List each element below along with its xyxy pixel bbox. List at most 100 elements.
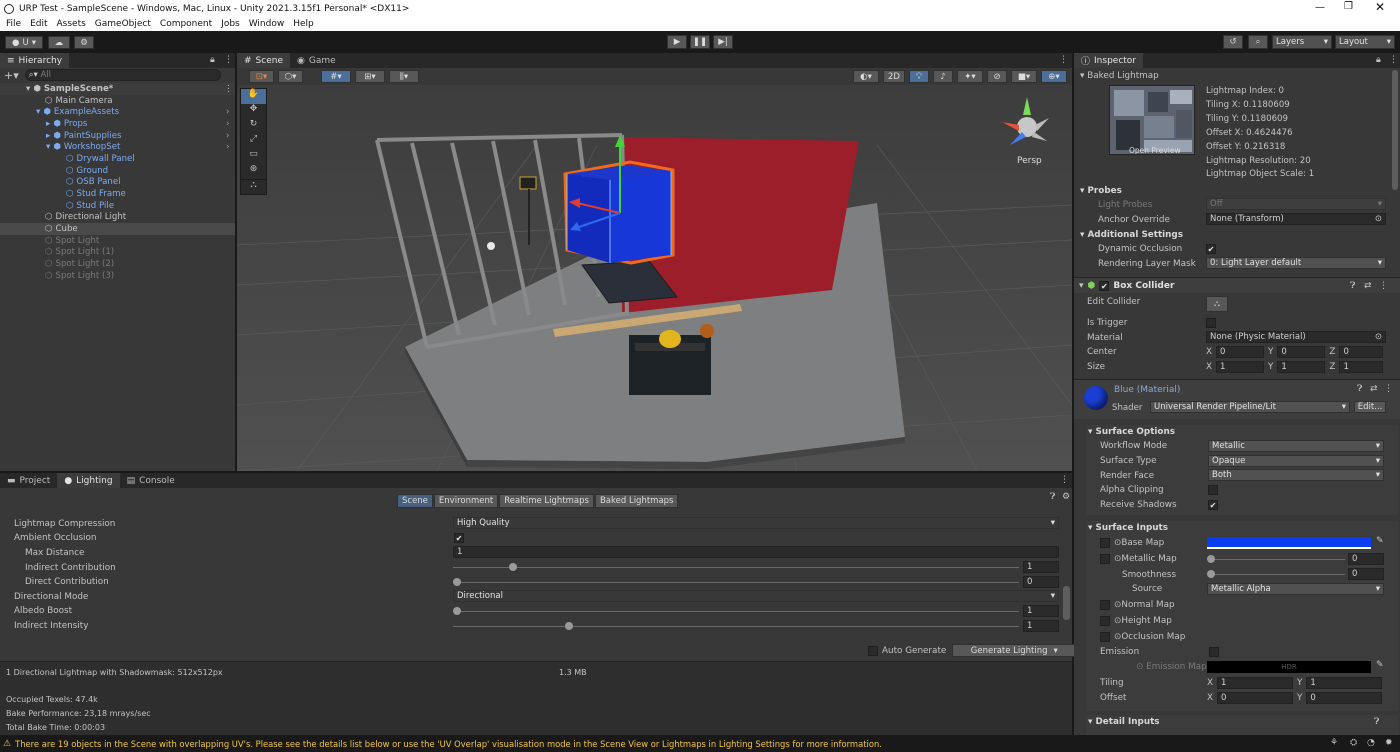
- shader-edit-button[interactable]: Edit...: [1354, 401, 1386, 413]
- account-button[interactable]: ● U ▾: [5, 36, 43, 49]
- menu-help[interactable]: Help: [293, 19, 314, 29]
- eyedropper-icon[interactable]: ✎: [1376, 536, 1384, 546]
- view-tool-button[interactable]: ✋: [241, 89, 266, 104]
- baked-lightmap-header[interactable]: ▾ Baked Lightmap: [1080, 71, 1159, 81]
- receive-shadows-checkbox[interactable]: ✔: [1208, 500, 1218, 510]
- toggle-2d-button[interactable]: 2D: [883, 70, 905, 83]
- subtab-scene[interactable]: Scene: [397, 494, 433, 508]
- hierarchy-item-exampleassets[interactable]: ▾ ⬢ ExampleAssets ›: [0, 106, 235, 118]
- rect-tool-button[interactable]: ▭: [241, 149, 266, 164]
- center-x-input[interactable]: 0: [1216, 346, 1265, 358]
- hierarchy-item-stud-frame[interactable]: ⬡ Stud Frame: [0, 188, 235, 200]
- menu-window[interactable]: Window: [249, 19, 285, 29]
- directional-mode-dropdown[interactable]: Directional ▾: [453, 590, 1059, 602]
- tiling-y-input[interactable]: 1: [1306, 677, 1383, 689]
- persp-label[interactable]: Persp: [1017, 156, 1042, 166]
- align-button[interactable]: ⫼▾: [389, 70, 419, 83]
- tiling-x-input[interactable]: 1: [1217, 677, 1294, 689]
- more-icon[interactable]: ⋮: [224, 84, 233, 94]
- help-icon[interactable]: ❓︎: [1374, 717, 1379, 727]
- effects-button[interactable]: ✦▾: [957, 70, 983, 83]
- direct-contribution-slider[interactable]: [453, 576, 1019, 588]
- menu-edit[interactable]: Edit: [30, 19, 47, 29]
- is-trigger-checkbox[interactable]: [1206, 318, 1216, 328]
- slider-knob[interactable]: [564, 622, 573, 630]
- metallic-input[interactable]: 0: [1348, 553, 1384, 565]
- lightmap-preview[interactable]: Open Preview: [1109, 85, 1195, 155]
- subtab-realtime-lightmaps[interactable]: Realtime Lightmaps: [499, 494, 594, 508]
- box-collider-header[interactable]: ▾ ⬢ ✔ Box Collider ❓︎ ⇄ ⋮: [1074, 277, 1400, 293]
- direct-contribution-input[interactable]: 0: [1023, 576, 1059, 588]
- edit-collider-button[interactable]: ⛬: [1206, 296, 1228, 312]
- more-icon[interactable]: ⋮: [224, 55, 233, 65]
- collider-material-field[interactable]: None (Physic Material) ⊙: [1206, 331, 1386, 343]
- hierarchy-item-osb-panel[interactable]: ⬡ OSB Panel: [0, 177, 235, 189]
- maximize-icon[interactable]: ❐: [1344, 1, 1353, 12]
- transform-tool-button[interactable]: ⊛: [241, 164, 266, 179]
- emission-color[interactable]: HDR: [1207, 661, 1371, 673]
- preset-icon[interactable]: ⇄: [1370, 384, 1378, 394]
- height-map-slot[interactable]: [1100, 616, 1110, 626]
- lighting-scrollbar[interactable]: [1063, 586, 1070, 620]
- help-icon[interactable]: ❓︎: [1357, 384, 1362, 394]
- camera-button[interactable]: ■▾: [1011, 70, 1037, 83]
- hierarchy-item-main-camera[interactable]: ⬡ Main Camera: [0, 95, 235, 107]
- layout-dropdown[interactable]: Layout ▾: [1335, 35, 1395, 49]
- layers-dropdown[interactable]: Layers ▾: [1272, 35, 1332, 49]
- eyedropper-icon[interactable]: ✎: [1376, 660, 1384, 670]
- rendering-layer-dropdown[interactable]: 0: Light Layer default ▾: [1206, 257, 1386, 269]
- target-icon[interactable]: ⊙: [1375, 214, 1382, 224]
- settings-icon[interactable]: ⚙: [1062, 492, 1070, 502]
- move-tool-button[interactable]: ✥: [241, 104, 266, 119]
- audio-toggle-button[interactable]: ♪: [933, 70, 953, 83]
- anchor-override-field[interactable]: None (Transform) ⊙: [1206, 213, 1386, 225]
- albedo-boost-input[interactable]: 1: [1023, 605, 1059, 617]
- alpha-clipping-checkbox[interactable]: [1208, 485, 1218, 495]
- add-icon[interactable]: +▾: [4, 69, 19, 82]
- tab-game[interactable]: ◉ Game: [290, 53, 343, 68]
- more-icon[interactable]: ⋮: [1384, 384, 1393, 394]
- pause-button[interactable]: ❚❚: [690, 35, 710, 49]
- hierarchy-item-workshopset[interactable]: ▾ ⬢ WorkshopSet ›: [0, 141, 235, 153]
- additional-settings-header[interactable]: ▾ Additional Settings: [1080, 230, 1183, 240]
- smoothness-input[interactable]: 0: [1348, 568, 1384, 580]
- tab-inspector[interactable]: ⓘ Inspector: [1074, 53, 1143, 68]
- workflow-mode-dropdown[interactable]: Metallic ▾: [1208, 440, 1384, 452]
- size-y-input[interactable]: 1: [1277, 361, 1326, 373]
- ambient-occlusion-checkbox[interactable]: ✔: [454, 533, 464, 543]
- hierarchy-item-scene[interactable]: ▾ ⬢ SampleScene* ⋮: [0, 83, 235, 95]
- preset-icon[interactable]: ⇄: [1364, 281, 1372, 291]
- max-distance-input[interactable]: 1: [453, 546, 1059, 558]
- rotate-tool-button[interactable]: ↻: [241, 119, 266, 134]
- offset-x-input[interactable]: 0: [1217, 692, 1294, 704]
- bake-status-icon[interactable]: ⚘: [1330, 738, 1338, 748]
- render-face-dropdown[interactable]: Both ▾: [1208, 469, 1384, 481]
- lock-icon[interactable]: 🔒︎: [1376, 55, 1381, 65]
- hierarchy-item-spot-light-2[interactable]: ⬡ Spot Light (2): [0, 258, 235, 270]
- size-z-input[interactable]: 1: [1339, 361, 1384, 373]
- hierarchy-item-cube[interactable]: ⬡ Cube: [0, 223, 235, 235]
- slider-knob[interactable]: [1207, 555, 1215, 563]
- hierarchy-item-stud-pile[interactable]: ⬡ Stud Pile: [0, 200, 235, 212]
- size-x-input[interactable]: 1: [1216, 361, 1265, 373]
- box-collider-enabled-checkbox[interactable]: ✔: [1099, 280, 1110, 291]
- play-button[interactable]: ▶: [667, 35, 687, 49]
- subtab-environment[interactable]: Environment: [433, 494, 499, 508]
- hidden-objects-button[interactable]: ⊘: [987, 70, 1007, 83]
- emission-checkbox[interactable]: [1209, 647, 1219, 657]
- lightmap-compression-dropdown[interactable]: High Quality ▾: [453, 517, 1059, 529]
- tab-lighting[interactable]: ● Lighting: [57, 473, 120, 488]
- probes-header[interactable]: ▾ Probes: [1080, 186, 1122, 196]
- scene-viewport[interactable]: Persp ✋ ✥ ↻ ⤢ ▭ ⊛ ⛬: [237, 85, 1072, 471]
- slider-knob[interactable]: [508, 563, 517, 571]
- progress-icon[interactable]: ◔: [1367, 738, 1375, 748]
- smoothness-slider[interactable]: [1207, 568, 1345, 580]
- normal-map-slot[interactable]: [1100, 600, 1110, 610]
- albedo-boost-slider[interactable]: [453, 605, 1019, 617]
- dynamic-occlusion-checkbox[interactable]: ✔: [1206, 244, 1216, 254]
- shading-button[interactable]: ◐▾: [853, 70, 879, 83]
- hierarchy-item-props[interactable]: ▸ ⬢ Props ›: [0, 118, 235, 130]
- global-button[interactable]: ⬡▾: [278, 70, 303, 83]
- more-icon[interactable]: ⋮: [1389, 55, 1398, 65]
- material-header[interactable]: Blue (Material) Shader Universal Render …: [1074, 379, 1400, 419]
